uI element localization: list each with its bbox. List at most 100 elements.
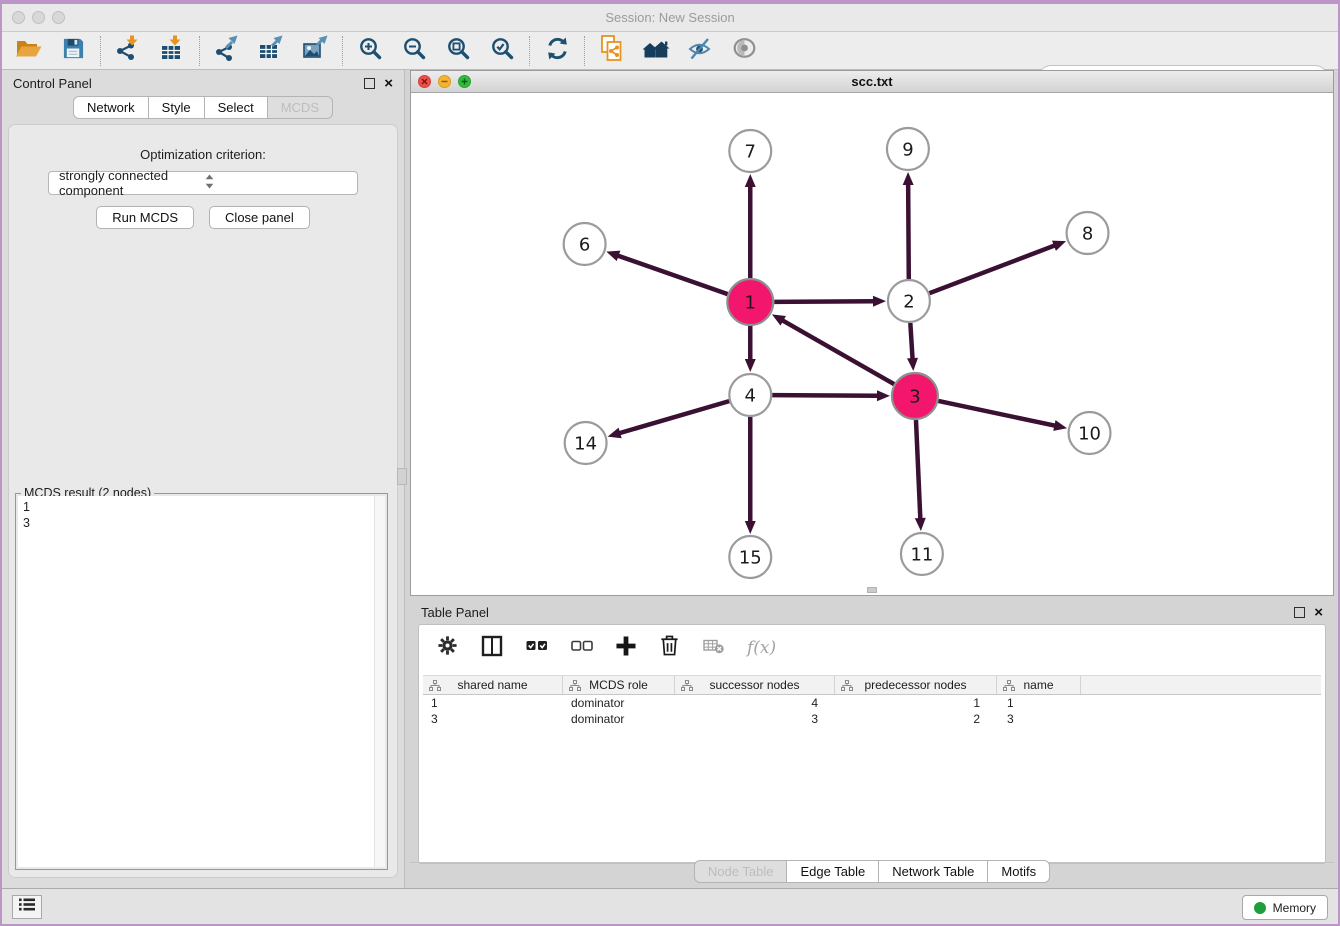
graph-node-14[interactable]: 14 [565, 422, 607, 464]
column-header-predecessor-nodes[interactable]: predecessor nodes [835, 676, 997, 694]
graph-edge-3-11[interactable] [915, 420, 926, 531]
refresh-layout-button[interactable] [543, 37, 571, 65]
splitter-handle[interactable] [397, 468, 407, 485]
graph-edge-2-8[interactable] [929, 241, 1066, 294]
zoom-selected-button[interactable] [488, 37, 516, 65]
statusbar: Memory [2, 888, 1338, 924]
eye-slash-icon [688, 36, 712, 66]
fit-content-button[interactable] [444, 37, 472, 65]
save-floppy-icon [62, 37, 85, 65]
criterion-value: strongly connected component [59, 168, 205, 198]
graph-node-7[interactable]: 7 [729, 130, 771, 172]
graph-edge-1-2[interactable] [774, 296, 886, 307]
graph-edge-2-3[interactable] [907, 323, 918, 371]
svg-text:8: 8 [1082, 223, 1093, 244]
zoom-window-button[interactable] [52, 11, 65, 24]
import-table-button[interactable] [158, 37, 186, 65]
graph-edge-3-1[interactable] [772, 314, 894, 384]
graph-node-8[interactable]: 8 [1067, 212, 1109, 254]
tab-edge-table[interactable]: Edge Table [787, 860, 879, 883]
import-network-button[interactable] [114, 37, 142, 65]
table-row[interactable]: 1dominator411 [423, 695, 1321, 711]
hide-all-columns-icon[interactable] [571, 636, 593, 661]
show-all-columns-icon[interactable] [526, 636, 548, 661]
table-panel-title: Table Panel [421, 605, 489, 620]
delete-columns-icon[interactable] [659, 634, 680, 662]
column-header-shared-name[interactable]: shared name [423, 676, 563, 694]
homes-icon [642, 37, 670, 65]
window-title: Session: New Session [2, 4, 1338, 31]
graph-edge-4-3[interactable] [772, 390, 890, 401]
tab-node-table[interactable]: Node Table [694, 860, 788, 883]
svg-text:6: 6 [579, 234, 590, 255]
tab-motifs[interactable]: Motifs [988, 860, 1050, 883]
column-header-name[interactable]: name [997, 676, 1081, 694]
copy-network-button[interactable] [598, 37, 626, 65]
graph-edge-4-15[interactable] [745, 417, 756, 534]
close-panel-icon[interactable]: × [384, 78, 393, 89]
graph-node-9[interactable]: 9 [887, 128, 929, 170]
cybrowser-home-button[interactable] [642, 37, 670, 65]
table-toolbar: f(x) [419, 625, 1325, 671]
column-header-MCDS-role[interactable]: MCDS role [563, 676, 675, 694]
table-body: 1dominator4113dominator323 [423, 695, 1321, 727]
show-graphics-details-button[interactable] [730, 37, 758, 65]
minimize-window-button[interactable] [32, 11, 45, 24]
graph-edge-1-7[interactable] [745, 174, 756, 278]
toggle-column-panel-icon[interactable] [481, 635, 503, 662]
memory-button[interactable]: Memory [1242, 895, 1328, 920]
result-scrollbar[interactable] [374, 496, 385, 867]
close-window-button[interactable] [12, 11, 25, 24]
graph-edge-1-4[interactable] [745, 326, 756, 372]
close-panel-button[interactable]: Close panel [209, 206, 310, 229]
float-panel-icon[interactable] [364, 78, 375, 89]
graph-edge-3-10[interactable] [938, 401, 1067, 431]
export-image-button[interactable] [301, 37, 329, 65]
maximize-view-button[interactable] [458, 75, 471, 88]
tab-style[interactable]: Style [149, 96, 205, 119]
graph-node-11[interactable]: 11 [901, 533, 943, 575]
task-history-button[interactable] [12, 895, 42, 919]
tab-mcds[interactable]: MCDS [268, 96, 333, 119]
zoom-in-button[interactable] [356, 37, 384, 65]
canvas-resize-handle[interactable] [867, 587, 877, 593]
graph-node-1[interactable]: 1 [727, 279, 773, 325]
export-table-button[interactable] [257, 37, 285, 65]
save-session-button[interactable] [59, 37, 87, 65]
graph-node-6[interactable]: 6 [564, 223, 606, 265]
titlebar: Session: New Session [2, 4, 1338, 32]
graph-node-4[interactable]: 4 [729, 374, 771, 416]
hide-graphics-details-button[interactable] [686, 37, 714, 65]
graph-edge-1-6[interactable] [606, 251, 727, 294]
close-table-panel-icon[interactable]: × [1314, 607, 1323, 618]
graph-node-2[interactable]: 2 [888, 280, 930, 322]
zoom-out-button[interactable] [400, 37, 428, 65]
tab-network[interactable]: Network [73, 96, 149, 119]
network-window-titlebar[interactable]: scc.txt [411, 71, 1333, 93]
graph-node-3[interactable]: 3 [892, 373, 938, 419]
column-header-successor-nodes[interactable]: successor nodes [675, 676, 835, 694]
graph-edge-4-14[interactable] [608, 401, 730, 438]
network-window-title: scc.txt [411, 74, 1333, 89]
close-view-button[interactable] [418, 75, 431, 88]
graph-edge-2-9[interactable] [903, 172, 914, 279]
graph-node-15[interactable]: 15 [729, 536, 771, 578]
minimize-view-button[interactable] [438, 75, 451, 88]
table-row[interactable]: 3dominator323 [423, 711, 1321, 727]
svg-text:15: 15 [739, 547, 762, 568]
main-toolbar [2, 32, 1338, 70]
column-settings-icon[interactable] [437, 635, 458, 661]
graph-node-10[interactable]: 10 [1069, 412, 1111, 454]
svg-text:9: 9 [902, 139, 913, 160]
run-mcds-button[interactable]: Run MCDS [96, 206, 194, 229]
memory-status-dot [1254, 902, 1266, 914]
network-canvas[interactable]: 1 2 3 4 6 7 8 9 10 11 14 15 [411, 93, 1333, 595]
tab-network-table[interactable]: Network Table [879, 860, 988, 883]
tab-select[interactable]: Select [205, 96, 268, 119]
export-network-button[interactable] [213, 37, 241, 65]
create-column-icon[interactable] [616, 636, 636, 661]
float-table-panel-icon[interactable] [1294, 607, 1305, 618]
open-session-button[interactable] [15, 37, 43, 65]
criterion-select[interactable]: strongly connected component [48, 171, 358, 195]
delete-table-icon [703, 637, 724, 659]
